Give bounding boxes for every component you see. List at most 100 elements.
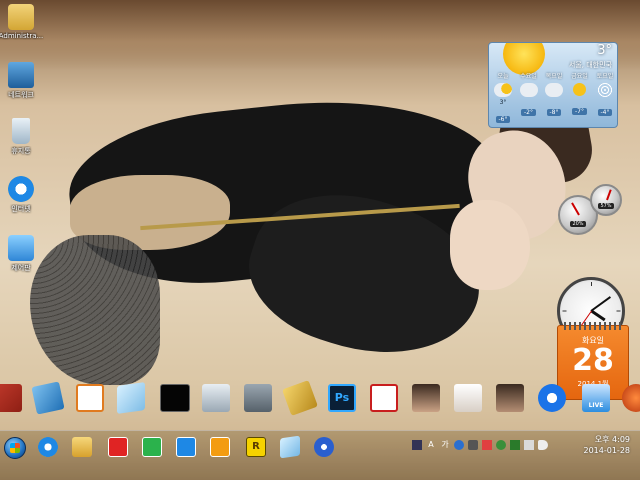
calendar-day: 28 (572, 343, 614, 378)
calendar-rings (564, 322, 622, 330)
firefox-icon[interactable] (622, 384, 640, 412)
recycle-bin-icon (12, 118, 30, 144)
desktop-icon-control-panel[interactable]: 제어판 (0, 235, 44, 273)
forecast-day-name: 수요일 (520, 73, 537, 80)
tray-display-icon[interactable] (524, 440, 534, 450)
desktop-icon-label: 제어판 (11, 264, 31, 272)
forecast-low: -8° (546, 109, 562, 116)
forecast-day-name: 목요일 (545, 73, 563, 80)
photo-thumbnail-icon[interactable] (496, 384, 524, 412)
desktop-icon-user-folder[interactable]: Administra... (0, 4, 44, 40)
tray-input-mode-ga[interactable]: 가 (440, 440, 450, 450)
desktop-icon-label: Administra... (0, 32, 44, 40)
system-tray: A 가 (412, 440, 548, 450)
acrobat-icon[interactable] (370, 384, 398, 412)
taskbar-file-explorer-icon[interactable] (72, 437, 92, 457)
weather-gadget[interactable]: 3° 서울, 대한민국 오늘 3° -6° 수요일 -2° 목요일 -8° 금요… (488, 42, 618, 128)
user-folder-icon (8, 4, 34, 30)
wallpaper-trim (140, 203, 460, 231)
wallpaper-legs (30, 235, 160, 385)
windows-live-icon[interactable]: LIVE (582, 384, 610, 412)
desktop-icon-label: 휴지통 (11, 147, 31, 155)
taskbar-restart-icon[interactable] (142, 437, 162, 457)
taskbar-power-icon[interactable] (210, 437, 230, 457)
text-editor-icon[interactable] (31, 381, 65, 415)
snow-icon (596, 83, 614, 97)
computer-icon[interactable] (202, 384, 230, 412)
forecast-day: 목요일 -8° (542, 71, 566, 125)
tray-network-icon[interactable] (496, 440, 506, 450)
forecast-low: -7° (572, 108, 587, 115)
wallpaper-hand (450, 200, 530, 290)
taskbar-r-app-icon[interactable]: R (246, 437, 266, 457)
desktop-icon-recycle-bin[interactable]: 휴지통 (0, 118, 44, 156)
clock-minute-hand (590, 296, 612, 312)
weather-city: 서울, 대한민국 (568, 61, 612, 69)
weather-forecast: 오늘 3° -6° 수요일 -2° 목요일 -8° 금요일 -7° 토요일 -4… (491, 71, 617, 125)
windows-logo-icon (10, 443, 20, 453)
taskbar-notepad-icon[interactable] (280, 435, 300, 459)
taskbar-logoff-icon[interactable] (176, 437, 196, 457)
clock-tick (591, 282, 592, 286)
forecast-day-name: 토요일 (596, 73, 614, 80)
memory-meter-value: 57% (598, 202, 614, 209)
wallpaper-skirt (70, 175, 230, 250)
app-dock: Ps LIVE (0, 380, 640, 424)
forecast-low: -2° (521, 109, 536, 116)
taskbar-app-icon[interactable] (314, 437, 334, 457)
tray-settings-icon[interactable] (468, 440, 478, 450)
photoshop-label: Ps (334, 391, 350, 404)
live-label: LIVE (588, 402, 604, 409)
tray-input-mode-a[interactable]: A (426, 440, 436, 450)
wallpaper-face (457, 119, 578, 251)
tray-security-icon[interactable] (510, 440, 520, 450)
tray-help-icon[interactable] (454, 440, 464, 450)
forecast-day-name: 오늘 (497, 73, 509, 80)
cloud-icon (545, 83, 563, 97)
wallpaper-dress (62, 82, 508, 298)
control-panel-icon (8, 235, 34, 261)
media-player-icon[interactable] (538, 384, 566, 412)
taskbar-time: 오후 4:09 (594, 435, 630, 444)
forecast-day-name: 금요일 (571, 73, 588, 80)
photo-thumbnail-icon[interactable] (454, 384, 482, 412)
cpu-meter-value: 20% (570, 220, 586, 227)
tools-icon[interactable] (282, 380, 318, 416)
notepad-icon[interactable] (117, 382, 145, 414)
taskbar-shutdown-icon[interactable] (108, 437, 128, 457)
toolbox-icon[interactable] (244, 384, 272, 412)
search-tool-icon[interactable] (76, 384, 104, 412)
memory-meter-needle (606, 189, 612, 201)
memory-meter-gadget[interactable]: 57% (590, 184, 622, 216)
taskbar-internet-explorer-icon[interactable] (38, 437, 58, 457)
wallpaper-dress-lower (232, 168, 498, 382)
weather-current-temp: 3° (597, 43, 612, 58)
desktop-icon-network[interactable]: 네트워크 (0, 62, 44, 100)
start-button[interactable] (4, 437, 26, 459)
desktop-icon-label: 네트워크 (8, 91, 34, 99)
clock-tick (562, 310, 567, 312)
tray-volume-icon[interactable] (538, 440, 548, 450)
forecast-day: 오늘 3° -6° (491, 71, 515, 125)
sun-icon (573, 83, 586, 96)
cloud-sun-icon (494, 83, 512, 97)
black-screen-icon[interactable] (160, 384, 190, 412)
winrar-icon[interactable] (0, 384, 22, 412)
network-icon (8, 62, 34, 88)
forecast-low: -6° (495, 116, 511, 123)
forecast-day: 금요일 -7° (568, 71, 592, 125)
taskbar-clock[interactable]: 오후 4:09 2014-01-28 (584, 434, 631, 456)
forecast-day: 수요일 -2° (517, 71, 541, 125)
cloud-icon (519, 83, 538, 97)
clock-tick (616, 310, 621, 312)
photo-thumbnail-icon[interactable] (412, 384, 440, 412)
desktop-icon-internet-explorer[interactable]: 인터넷 (0, 176, 44, 214)
taskbar: R A 가 오후 4:09 2014-01-28 (0, 430, 640, 480)
forecast-day: 토요일 -4° (593, 71, 617, 125)
tray-keyboard-icon[interactable] (412, 440, 422, 450)
photoshop-icon[interactable]: Ps (328, 384, 356, 412)
taskbar-date: 2014-01-28 (583, 446, 631, 455)
desktop-icon-label: 인터넷 (11, 205, 31, 213)
tray-flag-icon[interactable] (482, 440, 492, 450)
forecast-high: 3° (499, 99, 507, 106)
